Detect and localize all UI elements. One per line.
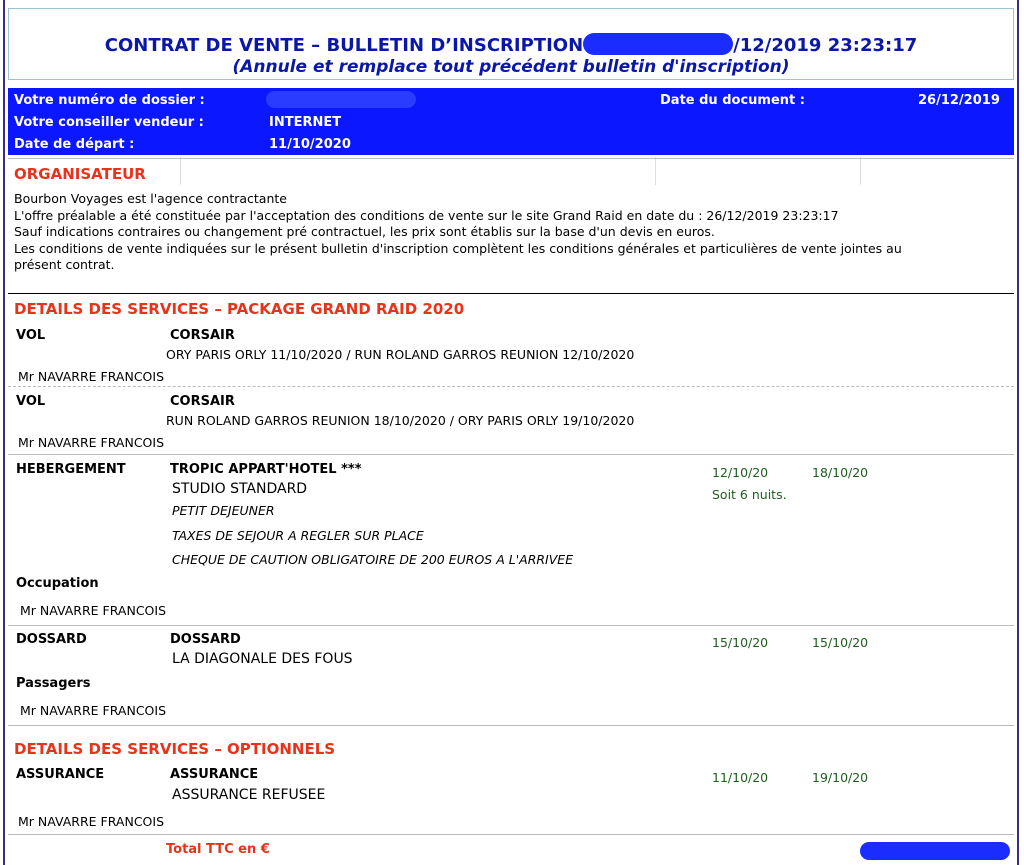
passenger-name: Mr NAVARRE FRANCOIS xyxy=(20,703,167,718)
dossier-label: Votre numéro de dossier : xyxy=(14,93,205,108)
carrier-name: CORSAIR xyxy=(170,394,235,409)
redacted-total xyxy=(860,842,1010,860)
room-type: STUDIO STANDARD xyxy=(172,481,308,497)
organisateur-text: Bourbon Voyages est l'agence contractant… xyxy=(14,191,902,272)
doc-date-label: Date du document : xyxy=(660,93,805,108)
passagers-label: Passagers xyxy=(16,676,91,691)
conseiller-label: Votre conseiller vendeur : xyxy=(14,115,204,130)
options-heading: DETAILS DES SERVICES – OPTIONNELS xyxy=(14,740,336,758)
insurance-status: ASSURANCE REFUSEE xyxy=(172,787,326,803)
redacted-date xyxy=(583,33,734,55)
start-date: 11/10/20 xyxy=(712,770,769,785)
grid-line xyxy=(860,157,861,185)
service-type: HEBERGEMENT xyxy=(16,462,126,477)
divider xyxy=(8,386,1014,387)
hotel-note: CHEQUE DE CAUTION OBLIGATOIRE DE 200 EUR… xyxy=(172,552,574,567)
grid-line xyxy=(655,157,656,185)
total-label: Total TTC en € xyxy=(166,842,270,857)
divider xyxy=(8,834,1014,835)
end-date: 15/10/20 xyxy=(812,635,869,650)
service-type: DOSSARD xyxy=(16,632,87,647)
end-date: 18/10/20 xyxy=(812,465,869,480)
hotel-name: TROPIC APPART'HOTEL *** xyxy=(170,462,362,477)
service-type: VOL xyxy=(16,328,46,343)
flight-route: ORY PARIS ORLY 11/10/2020 / RUN ROLAND G… xyxy=(166,347,635,362)
board-type: PETIT DEJEUNER xyxy=(172,503,275,518)
insurance-name: ASSURANCE xyxy=(170,767,259,782)
end-date: 19/10/20 xyxy=(812,770,869,785)
contract-title: CONTRAT DE VENTE – BULLETIN D’INSCRIPTIO… xyxy=(104,33,918,56)
conseiller-value: INTERNET xyxy=(269,115,342,130)
divider xyxy=(8,293,1014,294)
bib-name: DOSSARD xyxy=(170,632,241,647)
depart-label: Date de départ : xyxy=(14,137,135,152)
race-name: LA DIAGONALE DES FOUS xyxy=(172,651,353,667)
grid-line xyxy=(180,157,181,185)
doc-date: 26/12/2019 xyxy=(918,93,1000,108)
passenger-name: Mr NAVARRE FRANCOIS xyxy=(18,435,165,450)
service-type: VOL xyxy=(16,394,46,409)
divider xyxy=(8,158,1014,159)
service-type: ASSURANCE xyxy=(16,767,105,782)
contract-subtitle: (Annule et remplace tout précédent bulle… xyxy=(232,57,790,77)
flight-route: RUN ROLAND GARROS REUNION 18/10/2020 / O… xyxy=(166,413,635,428)
nights-count: Soit 6 nuits. xyxy=(712,487,787,502)
organisateur-heading: ORGANISATEUR xyxy=(14,165,146,183)
passenger-name: Mr NAVARRE FRANCOIS xyxy=(18,814,165,829)
passenger-name: Mr NAVARRE FRANCOIS xyxy=(20,603,167,618)
dossier-info-bar: Votre numéro de dossier : Date du docume… xyxy=(8,88,1014,155)
package-heading: DETAILS DES SERVICES – PACKAGE GRAND RAI… xyxy=(14,300,465,318)
passenger-name: Mr NAVARRE FRANCOIS xyxy=(18,369,165,384)
divider xyxy=(8,454,1014,455)
divider xyxy=(8,725,1014,726)
start-date: 12/10/20 xyxy=(712,465,769,480)
start-date: 15/10/20 xyxy=(712,635,769,650)
document-header: CONTRAT DE VENTE – BULLETIN D’INSCRIPTIO… xyxy=(8,8,1014,80)
depart-date: 11/10/2020 xyxy=(269,137,351,152)
occupation-label: Occupation xyxy=(16,576,99,591)
divider xyxy=(8,625,1014,626)
carrier-name: CORSAIR xyxy=(170,328,235,343)
redacted-dossier-number xyxy=(266,91,416,108)
hotel-note: TAXES DE SEJOUR A REGLER SUR PLACE xyxy=(172,528,424,543)
